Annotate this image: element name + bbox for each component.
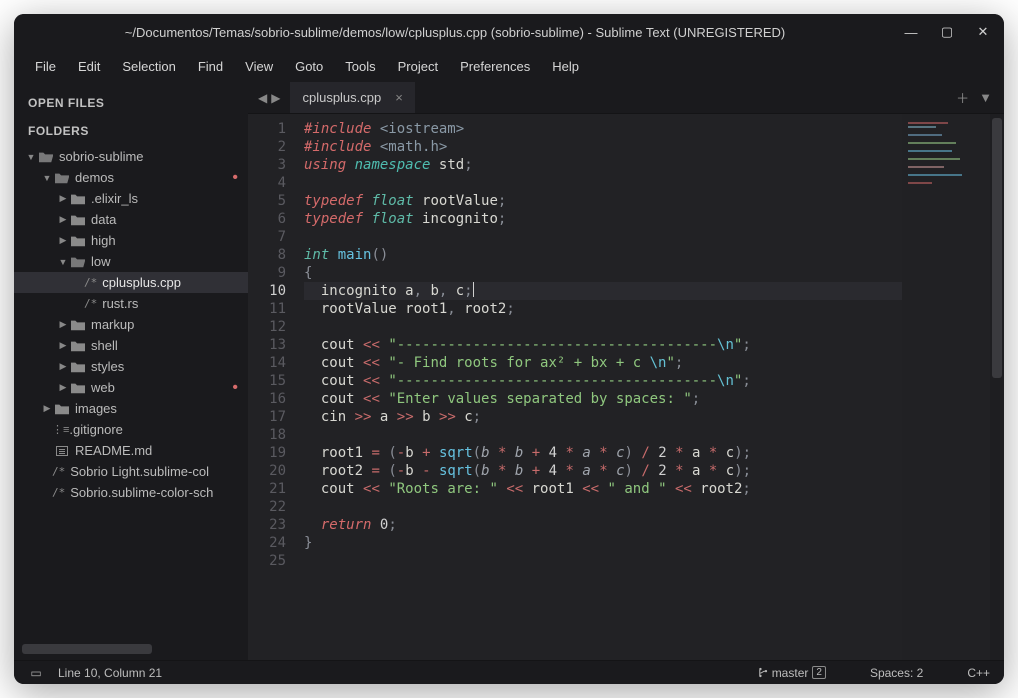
- folder-icon: [54, 402, 70, 416]
- folder-icon: [70, 339, 86, 353]
- minimize-button[interactable]: —: [904, 25, 918, 39]
- menubar: FileEditSelectionFindViewGotoToolsProjec…: [14, 50, 1004, 82]
- tree-low[interactable]: ▼low: [14, 251, 248, 272]
- minimap[interactable]: [902, 114, 990, 660]
- file-md-icon: [54, 444, 70, 458]
- editor-pane: ◀ ▶ cplusplus.cpp × ＋ ▼ 1234567891011121…: [248, 82, 1004, 660]
- open-files-heading: OPEN FILES: [14, 90, 248, 118]
- tree-markup[interactable]: ▶markup: [14, 314, 248, 335]
- branch-count: 2: [812, 666, 826, 679]
- code-area[interactable]: 1234567891011121314151617181920212223242…: [248, 114, 1004, 660]
- tab-cplusplus[interactable]: cplusplus.cpp ×: [290, 82, 414, 113]
- tree-images[interactable]: ▶images: [14, 398, 248, 419]
- vertical-scrollbar[interactable]: [990, 114, 1004, 660]
- modified-dot-icon: •: [232, 380, 238, 396]
- folder-icon: [70, 234, 86, 248]
- tree-styles[interactable]: ▶styles: [14, 356, 248, 377]
- tree-demos[interactable]: ▼demos•: [14, 167, 248, 188]
- menu-tools[interactable]: Tools: [334, 55, 386, 78]
- menu-find[interactable]: Find: [187, 55, 234, 78]
- tree-data[interactable]: ▶data: [14, 209, 248, 230]
- menu-goto[interactable]: Goto: [284, 55, 334, 78]
- tab-history-fwd-icon[interactable]: ▶: [271, 91, 280, 105]
- panel-switch-icon[interactable]: ▭: [28, 666, 44, 680]
- menu-view[interactable]: View: [234, 55, 284, 78]
- folder-icon: [70, 192, 86, 206]
- tree-sobrio-sublime-color-sch[interactable]: /*Sobrio.sublime-color-sch: [14, 482, 248, 503]
- tab-bar: ◀ ▶ cplusplus.cpp × ＋ ▼: [248, 82, 1004, 114]
- file-code-icon: /*: [84, 297, 97, 310]
- menu-selection[interactable]: Selection: [111, 55, 186, 78]
- tree-high[interactable]: ▶high: [14, 230, 248, 251]
- folder-open-icon: [38, 150, 54, 164]
- menu-help[interactable]: Help: [541, 55, 590, 78]
- file-code-icon: /*: [52, 486, 65, 499]
- folder-open-icon: [54, 171, 70, 185]
- menu-edit[interactable]: Edit: [67, 55, 111, 78]
- file-code-icon: /*: [52, 465, 65, 478]
- sidebar-hscrollbar[interactable]: [22, 644, 240, 654]
- new-tab-icon[interactable]: ＋: [956, 88, 969, 107]
- menu-file[interactable]: File: [24, 55, 67, 78]
- folder-open-icon: [70, 255, 86, 269]
- menu-project[interactable]: Project: [387, 55, 449, 78]
- menu-preferences[interactable]: Preferences: [449, 55, 541, 78]
- tab-close-icon[interactable]: ×: [395, 90, 403, 105]
- sidebar: OPEN FILES FOLDERS ▼sobrio-sublime▼demos…: [14, 82, 248, 660]
- titlebar: ~/Documentos/Temas/sobrio-sublime/demos/…: [14, 14, 1004, 50]
- tree-web[interactable]: ▶web•: [14, 377, 248, 398]
- folder-icon: [70, 318, 86, 332]
- tree-rust-rs[interactable]: /*rust.rs: [14, 293, 248, 314]
- tab-label: cplusplus.cpp: [302, 90, 381, 105]
- file-code-icon: /*: [84, 276, 97, 289]
- syntax-setting[interactable]: C++: [967, 666, 990, 680]
- status-bar: ▭ Line 10, Column 21 master 2 Spaces: 2 …: [14, 660, 1004, 684]
- cursor-position[interactable]: Line 10, Column 21: [58, 666, 162, 680]
- tab-history-back-icon[interactable]: ◀: [258, 91, 267, 105]
- tree-cplusplus-cpp[interactable]: /*cplusplus.cpp: [14, 272, 248, 293]
- window-title: ~/Documentos/Temas/sobrio-sublime/demos/…: [28, 25, 882, 40]
- folder-icon: [70, 360, 86, 374]
- file-git-icon: ⋮≡: [52, 423, 69, 436]
- folder-icon: [70, 381, 86, 395]
- git-branch[interactable]: master 2: [757, 666, 826, 680]
- line-gutter: 1234567891011121314151617181920212223242…: [248, 114, 296, 660]
- maximize-button[interactable]: ▢: [940, 25, 954, 39]
- indent-setting[interactable]: Spaces: 2: [870, 666, 923, 680]
- tree--gitignore[interactable]: ⋮≡ .gitignore: [14, 419, 248, 440]
- tree-readme-md[interactable]: README.md: [14, 440, 248, 461]
- folder-tree: ▼sobrio-sublime▼demos•▶.elixir_ls▶data▶h…: [14, 146, 248, 640]
- close-button[interactable]: ✕: [976, 25, 990, 39]
- code-text[interactable]: #include <iostream>#include <math.h>usin…: [296, 114, 902, 660]
- tree-sobrio-sublime[interactable]: ▼sobrio-sublime: [14, 146, 248, 167]
- modified-dot-icon: •: [232, 170, 238, 186]
- tree-shell[interactable]: ▶shell: [14, 335, 248, 356]
- folders-heading: FOLDERS: [14, 118, 248, 146]
- branch-icon: [757, 667, 768, 678]
- tree-sobrio-light-sublime-col[interactable]: /*Sobrio Light.sublime-col: [14, 461, 248, 482]
- folder-icon: [70, 213, 86, 227]
- tab-menu-icon[interactable]: ▼: [979, 90, 992, 105]
- tree--elixir-ls[interactable]: ▶.elixir_ls: [14, 188, 248, 209]
- app-window: ~/Documentos/Temas/sobrio-sublime/demos/…: [14, 14, 1004, 684]
